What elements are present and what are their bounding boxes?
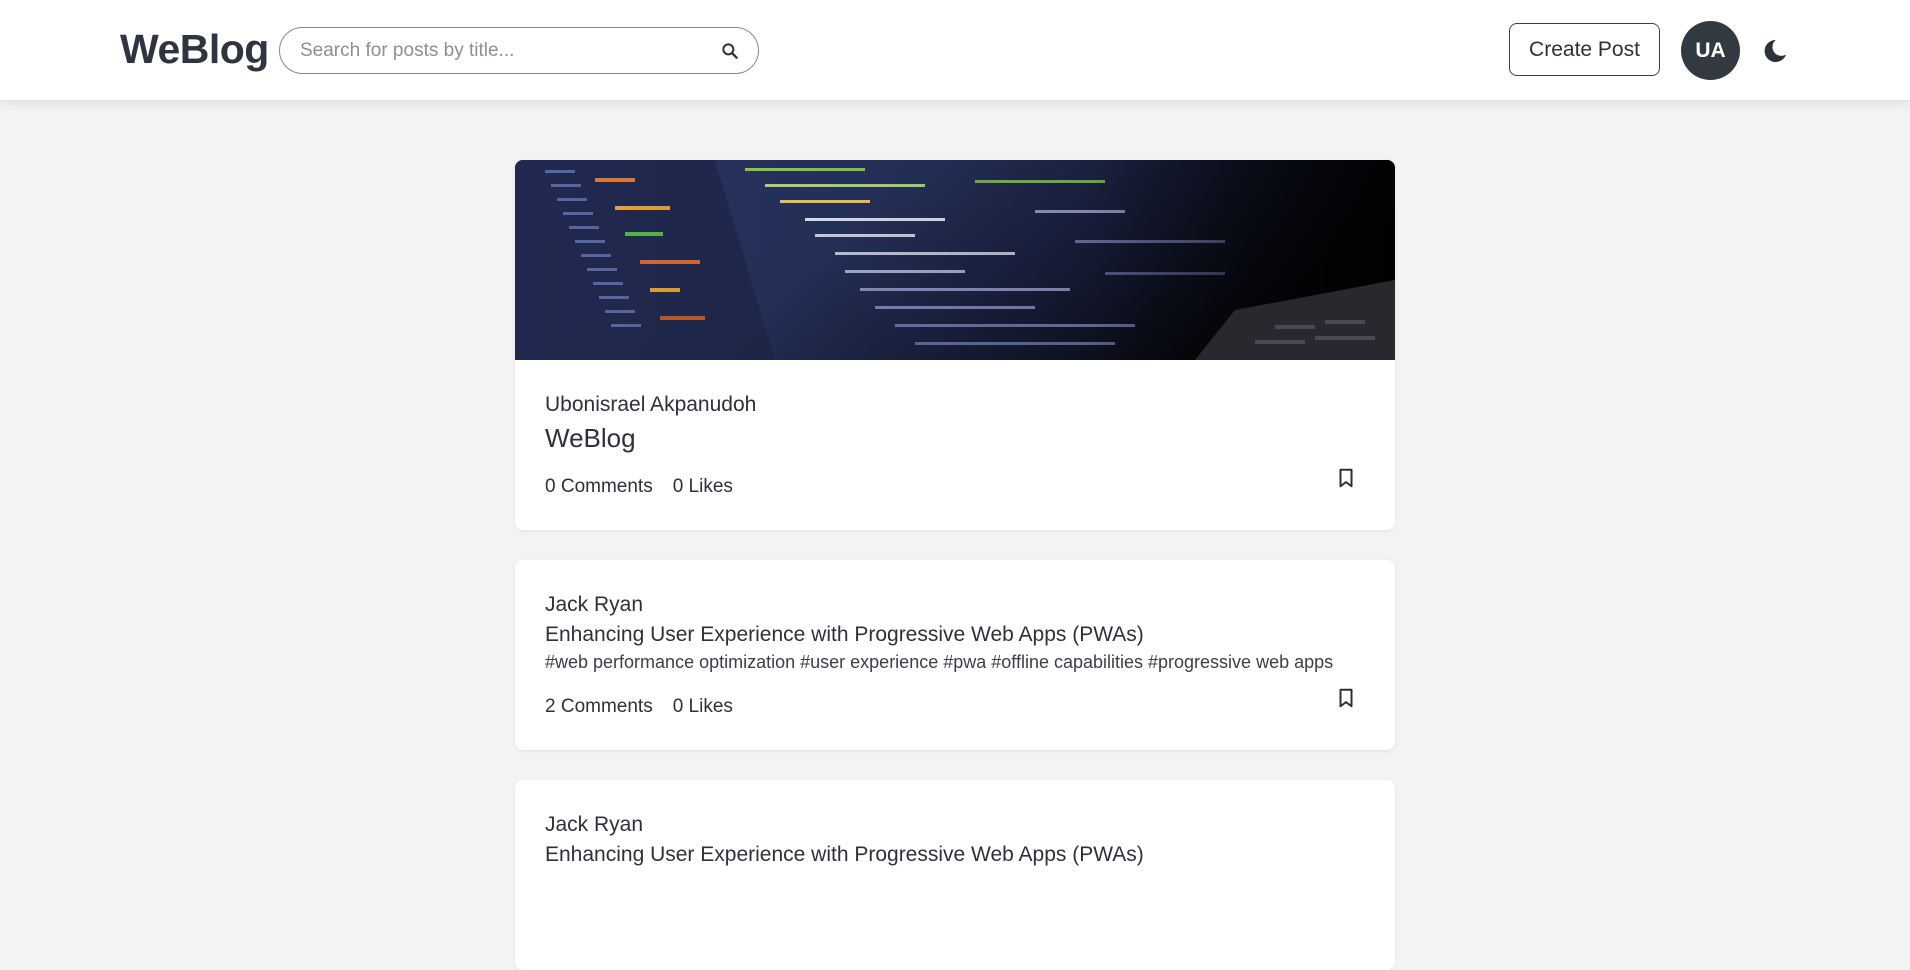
- bookmark-icon[interactable]: [1335, 686, 1357, 710]
- user-avatar[interactable]: UA: [1681, 21, 1740, 80]
- likes-count[interactable]: 0 Likes: [673, 696, 733, 718]
- post-cover-image[interactable]: [515, 160, 1395, 360]
- post-author[interactable]: Ubonisrael Akpanudoh: [545, 393, 756, 417]
- bookmark-icon[interactable]: [1335, 466, 1357, 490]
- post-stats: 2 Comments 0 Likes: [545, 696, 733, 718]
- create-post-button[interactable]: Create Post: [1509, 23, 1660, 76]
- code-screen-image: [515, 160, 1395, 360]
- post-card[interactable]: Jack Ryan Enhancing User Experience with…: [515, 560, 1395, 750]
- post-title[interactable]: WeBlog: [545, 423, 636, 454]
- search-bar: [279, 27, 759, 74]
- post-title[interactable]: Enhancing User Experience with Progressi…: [545, 843, 1144, 867]
- site-logo[interactable]: WeBlog: [120, 26, 269, 73]
- search-icon[interactable]: [720, 41, 740, 61]
- post-author[interactable]: Jack Ryan: [545, 813, 643, 837]
- comments-count[interactable]: 0 Comments: [545, 476, 653, 498]
- moon-icon[interactable]: [1760, 36, 1790, 66]
- top-navbar: WeBlog Create Post UA: [0, 0, 1910, 100]
- post-stats: 0 Comments 0 Likes: [545, 476, 733, 498]
- search-input[interactable]: [300, 28, 700, 73]
- comments-count[interactable]: 2 Comments: [545, 696, 653, 718]
- post-card[interactable]: Ubonisrael Akpanudoh WeBlog 0 Comments 0…: [515, 160, 1395, 530]
- post-tags: #web performance optimization #user expe…: [545, 652, 1334, 672]
- post-card[interactable]: Jack Ryan Enhancing User Experience with…: [515, 780, 1395, 970]
- likes-count[interactable]: 0 Likes: [673, 476, 733, 498]
- post-title[interactable]: Enhancing User Experience with Progressi…: [545, 623, 1144, 647]
- post-author[interactable]: Jack Ryan: [545, 593, 643, 617]
